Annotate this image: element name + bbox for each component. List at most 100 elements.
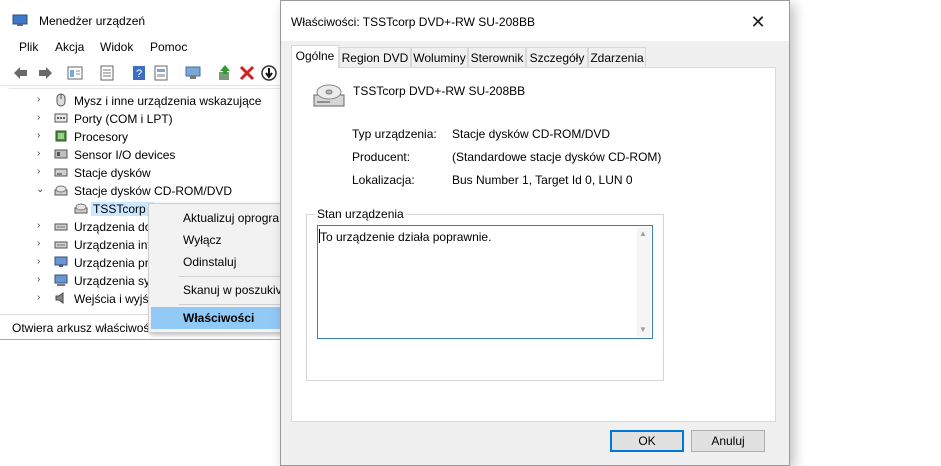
cdrom-icon [54, 185, 68, 196]
expand-chevron-icon[interactable]: › [37, 148, 47, 159]
device-type-value: Stacje dysków CD-ROM/DVD [452, 127, 611, 141]
tree-node-label: Mysz i inne urządzenia wskazujące [74, 94, 262, 108]
tree-node-processors[interactable]: › Procesory [9, 128, 289, 146]
device-name: TSSTcorp DVD+-RW SU-208BB [353, 84, 526, 98]
toolbar: ? [0, 60, 291, 86]
tree-node-label: Urządzenia sys [74, 274, 157, 288]
expand-chevron-icon[interactable]: › [37, 130, 47, 141]
menu-item-properties[interactable]: Właściwości [151, 307, 282, 329]
help-icon[interactable]: ? [130, 64, 148, 82]
tree-node-label: Urządzenia do [74, 220, 152, 234]
menu-plik[interactable]: Plik [19, 40, 38, 54]
tree-node-mice[interactable]: › Mysz i inne urządzenia wskazujące [9, 92, 289, 110]
menu-pomoc[interactable]: Pomoc [150, 40, 187, 54]
cdrom-icon [74, 203, 88, 214]
tree-node-label: Stacje dysków CD-ROM/DVD [74, 184, 233, 198]
sensor-icon [54, 149, 68, 159]
expand-chevron-icon[interactable]: › [37, 112, 47, 123]
expand-chevron-icon[interactable]: › [37, 166, 47, 177]
menu-item-label: Odinstaluj [183, 255, 237, 269]
scroll-up-icon[interactable]: ▲ [639, 229, 647, 238]
expand-chevron-icon[interactable]: › [37, 220, 47, 231]
forward-arrow-icon[interactable] [36, 64, 54, 82]
expand-chevron-icon[interactable]: › [37, 274, 47, 285]
manufacturer-value: (Standardowe stacje dysków CD-ROM) [452, 150, 662, 164]
menu-item-label: Skanuj w poszukiv [183, 283, 282, 297]
menu-item-scan[interactable]: Skanuj w poszukiv [151, 279, 282, 301]
general-tab-panel: TSSTcorp DVD+-RW SU-208BB Typ urządzenia… [291, 67, 776, 422]
processor-icon [55, 130, 67, 142]
svg-text:?: ? [136, 68, 142, 80]
tree-node-label: Urządzenia int [74, 238, 151, 252]
vertical-scrollbar[interactable]: ▲ ▼ [637, 227, 651, 337]
uninstall-x-icon[interactable] [238, 64, 256, 82]
properties-pane-icon[interactable] [66, 64, 84, 82]
status-text: Otwiera arkusz właściwoś [12, 321, 150, 335]
scan-hardware-icon[interactable] [184, 64, 202, 82]
expand-chevron-icon[interactable]: › [37, 94, 47, 105]
tab-dvd-region[interactable]: Region DVD [339, 47, 411, 67]
tab-volumes[interactable]: Woluminy [411, 47, 468, 67]
context-menu: Aktualizuj oprogra Wyłącz Odinstaluj Ska… [148, 203, 283, 333]
properties-dialog: Właściwości: TSSTcorp DVD+-RW SU-208BB ✕… [280, 0, 790, 466]
tree-node-label: Urządzenia pro [74, 256, 156, 270]
menu-akcja[interactable]: Akcja [55, 40, 84, 54]
disable-device-icon[interactable] [260, 64, 278, 82]
back-arrow-icon[interactable] [12, 64, 30, 82]
device-manager-app-icon [12, 14, 28, 26]
device-status-textbox[interactable]: To urządzenie działa poprawnie. ▲ ▼ [317, 225, 653, 339]
update-driver-icon[interactable] [216, 64, 234, 82]
tab-events[interactable]: Zdarzenia [588, 47, 646, 67]
menu-item-label: Wyłącz [183, 233, 222, 247]
tree-node-disk-drives[interactable]: › Stacje dysków [9, 164, 289, 182]
tree-node-label: Stacje dysków [74, 166, 151, 180]
device-manager-titlebar: Menedżer urządzeń [0, 0, 291, 38]
manufacturer-label: Producent: [352, 150, 411, 164]
show-hidden-icon[interactable] [152, 64, 170, 82]
location-value: Bus Number 1, Target Id 0, LUN 0 [452, 173, 633, 187]
hid-icon [54, 223, 68, 231]
menu-item-disable[interactable]: Wyłącz [151, 229, 282, 251]
device-manager-title: Menedżer urządzeń [39, 14, 146, 28]
menu-item-label: Aktualizuj oprogra [183, 211, 280, 225]
monitor-icon [54, 256, 68, 267]
tree-node-sensors[interactable]: › Sensor I/O devices [9, 146, 289, 164]
ok-button[interactable]: OK [610, 430, 684, 452]
menu-item-label: Właściwości [183, 311, 255, 325]
expand-chevron-icon[interactable]: › [37, 292, 47, 303]
menu-separator [179, 276, 282, 277]
location-label: Lokalizacja: [352, 173, 415, 187]
mouse-icon [56, 93, 66, 107]
tree-node-label: TSSTcorp I [91, 202, 155, 216]
menu-item-uninstall[interactable]: Odinstaluj [151, 251, 282, 273]
menu-separator [179, 304, 282, 305]
menu-bar: Plik Akcja Widok Pomoc [0, 38, 291, 58]
tab-general[interactable]: Ogólne [291, 45, 339, 68]
device-status-legend: Stan urządzenia [315, 207, 406, 221]
collapse-chevron-icon[interactable]: ⌄ [36, 184, 46, 195]
hid-icon [54, 241, 68, 249]
device-status-group: Stan urządzenia To urządzenie działa pop… [306, 207, 664, 381]
expand-chevron-icon[interactable]: › [37, 238, 47, 249]
scroll-down-icon[interactable]: ▼ [639, 325, 647, 334]
tab-driver[interactable]: Sterownik [468, 47, 526, 67]
tree-node-ports[interactable]: › Porty (COM i LPT) [9, 110, 289, 128]
cdrom-drive-icon [313, 84, 345, 107]
tab-details[interactable]: Szczegóły [526, 47, 588, 67]
expand-chevron-icon[interactable]: › [37, 256, 47, 267]
dialog-title: Właściwości: TSSTcorp DVD+-RW SU-208BB [291, 15, 535, 29]
tree-node-cdrom[interactable]: ⌄ Stacje dysków CD-ROM/DVD [9, 182, 289, 200]
menu-widok[interactable]: Widok [100, 40, 133, 54]
system-icon [54, 274, 68, 286]
cancel-button[interactable]: Anuluj [691, 430, 765, 452]
device-type-label: Typ urządzenia: [352, 127, 437, 141]
list-view-icon[interactable] [98, 64, 116, 82]
speaker-icon [55, 292, 64, 304]
tree-node-label: Wejścia i wyjś [74, 292, 149, 306]
port-icon [54, 113, 68, 123]
menu-item-update-driver[interactable]: Aktualizuj oprogra [151, 207, 282, 229]
tree-node-label: Porty (COM i LPT) [74, 112, 173, 126]
close-icon[interactable]: ✕ [743, 9, 773, 35]
tree-node-label: Sensor I/O devices [74, 148, 176, 162]
tab-strip: Ogólne Region DVD Woluminy Sterownik Szc… [291, 45, 781, 68]
